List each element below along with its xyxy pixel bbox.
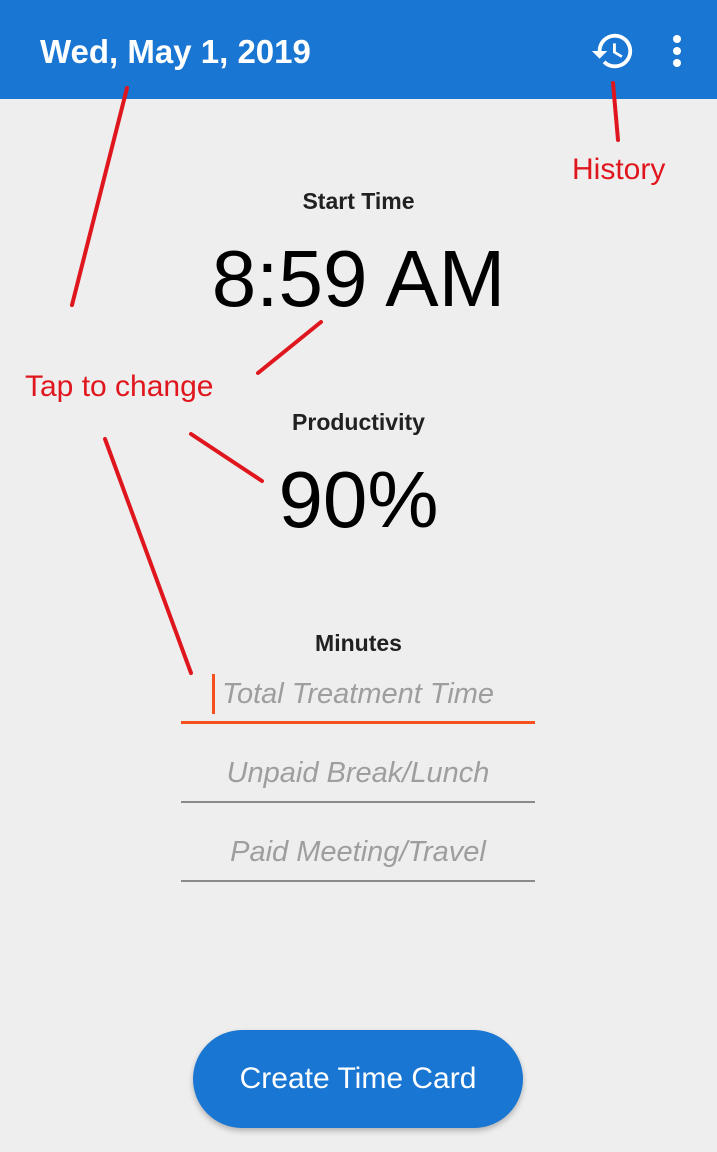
start-time-value[interactable]: 8:59 AM bbox=[0, 234, 717, 324]
minutes-label: Minutes bbox=[315, 630, 402, 656]
paid-meeting-field[interactable]: Paid Meeting/Travel bbox=[181, 832, 535, 882]
more-vert-icon bbox=[673, 35, 681, 67]
overflow-menu-button[interactable] bbox=[662, 28, 692, 74]
history-button[interactable] bbox=[590, 28, 636, 74]
total-treatment-time-placeholder: Total Treatment Time bbox=[221, 678, 495, 710]
field-underline bbox=[181, 880, 535, 882]
productivity-label: Productivity bbox=[292, 409, 425, 435]
app-bar: Wed, May 1, 2019 bbox=[0, 0, 717, 99]
field-underline bbox=[181, 801, 535, 803]
unpaid-break-placeholder: Unpaid Break/Lunch bbox=[226, 757, 490, 789]
annotation-line-start-time bbox=[256, 320, 323, 375]
paid-meeting-placeholder: Paid Meeting/Travel bbox=[230, 836, 486, 868]
history-icon bbox=[591, 33, 633, 69]
create-time-card-button[interactable]: Create Time Card bbox=[193, 1030, 523, 1128]
productivity-value[interactable]: 90% bbox=[0, 455, 717, 545]
unpaid-break-field[interactable]: Unpaid Break/Lunch bbox=[181, 753, 535, 803]
date-title[interactable]: Wed, May 1, 2019 bbox=[40, 30, 311, 74]
total-treatment-time-field[interactable]: Total Treatment Time bbox=[181, 674, 535, 724]
tap-to-change-annotation: Tap to change bbox=[25, 370, 214, 403]
field-underline bbox=[181, 721, 535, 724]
history-annotation: History bbox=[572, 153, 666, 186]
start-time-label: Start Time bbox=[302, 188, 415, 214]
